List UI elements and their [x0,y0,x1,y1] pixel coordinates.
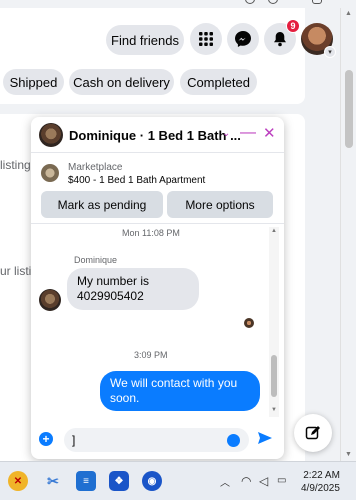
chat-header: Dominique · 1 Bed 1 Bath ... ⌄ — ✕ [31,117,284,153]
minimize-icon[interactable]: — [240,124,256,142]
battery-icon[interactable]: ▭ [277,475,286,486]
profile-avatar[interactable]: ▾ [301,23,336,58]
browser-toolbar-strip [0,0,356,8]
notepad-icon[interactable]: ≡ [76,471,96,491]
partial-text: listing: [0,158,35,172]
header-card: Find friends 9 ▾ Shipped Cash on deliver… [0,8,336,104]
messenger-icon [235,31,251,47]
partial-text: ur listi [0,264,32,278]
grid-icon [199,32,213,46]
notifications-button[interactable]: 9 [264,19,300,55]
chat-scrollbar-thumb[interactable] [271,355,277,397]
scroll-down-icon[interactable]: ▼ [345,451,352,458]
messenger-button[interactable] [227,23,259,55]
seen-avatar [244,318,254,328]
emoji-icon[interactable] [227,434,240,447]
wifi-icon[interactable]: ◠ [241,474,251,488]
message-input[interactable]: ] [64,428,249,452]
filter-cash-on-delivery[interactable]: Cash on delivery [69,69,174,95]
marketplace-listing-banner: Marketplace $400 - 1 Bed 1 Bath Apartmen… [31,154,284,224]
browser-icon[interactable]: ◉ [142,471,162,491]
chevron-down-icon[interactable]: ⌄ [222,128,230,139]
clock-time: 2:22 AM [303,470,340,481]
listing-title[interactable]: $400 - 1 Bed 1 Bath Apartment [68,175,205,186]
contact-avatar[interactable] [39,123,63,147]
windows-taskbar: ✕ ✂ ≡ ❖ ◉ ︿ ◠ ◁ ▭ 2:22 AM 4/9/2025 [0,461,356,500]
chat-window: Dominique · 1 Bed 1 Bath ... ⌄ — ✕ Marke… [31,117,284,459]
notification-badge: 9 [286,19,300,33]
menu-grid-button[interactable] [190,23,222,55]
system-clock[interactable]: 2:22 AM 4/9/2025 [301,469,340,495]
chevron-up-icon[interactable]: ︿ [220,474,230,489]
mark-as-pending-button[interactable]: Mark as pending [41,191,163,218]
new-message-button[interactable] [294,414,332,452]
scroll-up-icon[interactable]: ▲ [345,10,352,17]
profile-icon[interactable] [312,0,322,4]
clock-date: 4/9/2025 [301,483,340,494]
volume-icon[interactable]: ◁ [259,474,268,488]
page-scrollbar[interactable]: ▲ ▼ [340,8,356,461]
sender-name: Dominique [74,255,118,265]
contact-avatar[interactable] [39,289,61,311]
timestamp: Mon 11:08 PM [122,228,180,238]
chat-scrollbar[interactable]: ▲ ▼ [269,227,279,417]
chat-title[interactable]: Dominique · 1 Bed 1 Bath ... [69,128,241,143]
outgoing-message[interactable]: We will contact with you soon. [100,371,260,411]
compose-icon [305,426,320,440]
filter-completed[interactable]: Completed [180,69,257,95]
chevron-down-icon: ▾ [324,46,336,58]
incoming-message[interactable]: My number is 4029905402 [67,268,199,310]
find-friends-button[interactable]: Find friends [106,25,184,55]
message-composer: + ] [31,422,284,459]
snipping-tool-icon[interactable]: ✂ [43,471,63,491]
scroll-down-icon[interactable]: ▼ [271,407,277,413]
send-icon[interactable] [257,430,273,446]
plus-icon[interactable]: + [39,432,53,446]
more-options-button[interactable]: More options [167,191,273,218]
close-icon[interactable]: ✕ [263,124,276,142]
scrollbar-thumb[interactable] [345,70,353,148]
timestamp: 3:09 PM [134,350,168,360]
star-icon[interactable] [268,0,278,4]
app-icon-x[interactable]: ✕ [8,471,28,491]
bell-icon [274,32,286,47]
marketplace-label: Marketplace [68,162,123,173]
listing-thumbnail[interactable] [41,164,59,182]
shield-app-icon[interactable]: ❖ [109,471,129,491]
message-thread[interactable]: Mon 11:08 PM Dominique My number is 4029… [31,225,284,417]
scroll-up-icon[interactable]: ▲ [271,228,277,234]
filter-shipped[interactable]: Shipped [3,69,64,95]
extension-icon[interactable] [245,0,255,4]
